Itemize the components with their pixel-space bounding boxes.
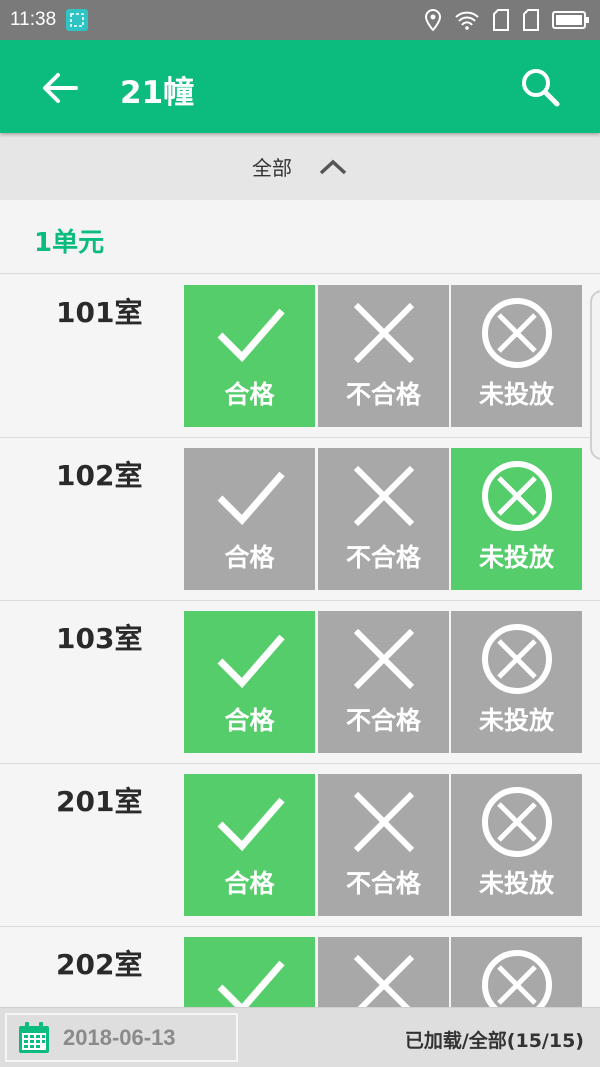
status-option-label: 未投放 (478, 706, 554, 735)
status-option-label: 合格 (224, 869, 275, 898)
status-time: 11:38 (10, 9, 57, 30)
status-option-label: 未投放 (478, 380, 554, 409)
cross-icon (353, 465, 415, 527)
status-option-not-placed[interactable]: 未投放 (451, 611, 582, 753)
arrow-left-icon (43, 73, 78, 103)
screenshot-notification-icon (66, 9, 89, 31)
check-icon (217, 471, 285, 526)
check-icon (217, 634, 285, 689)
back-button[interactable] (40, 68, 80, 108)
status-option-fail[interactable]: 不合格 (318, 611, 449, 753)
calendar-icon (19, 1021, 49, 1053)
loaded-count: 已加载/全部(15/15) (404, 1030, 584, 1052)
status-option-label: 不合格 (345, 706, 421, 735)
check-icon (217, 308, 285, 363)
filter-toggle[interactable]: 全部 (0, 133, 600, 200)
circle-x-icon (482, 950, 552, 1007)
room-row: 202室 合格不合格未投放 (0, 927, 600, 1007)
status-option-not-placed[interactable]: 未投放 (451, 937, 582, 1007)
room-row: 201室合格 不合格 未投放 (0, 764, 600, 927)
status-option-fail[interactable]: 不合格 (318, 937, 449, 1007)
room-row: 102室合格 不合格 未投放 (0, 438, 600, 601)
room-row: 103室合格 不合格 未投放 (0, 601, 600, 764)
room-row: 101室合格 不合格 未投放 (0, 275, 600, 438)
circle-x-icon (482, 461, 552, 531)
side-drawer-handle[interactable] (590, 290, 600, 460)
search-button[interactable] (518, 65, 562, 109)
app-bar: 21幢 (0, 40, 600, 133)
status-option-pass[interactable]: 合格 (184, 611, 315, 753)
cross-icon (353, 791, 415, 853)
status-option-pass[interactable]: 合格 (184, 285, 315, 427)
status-option-fail[interactable]: 不合格 (318, 774, 449, 916)
room-name: 101室 (56, 296, 143, 329)
circle-x-icon (482, 298, 552, 368)
room-name: 202室 (56, 948, 143, 981)
status-option-label: 合格 (224, 380, 275, 409)
status-option-not-placed[interactable]: 未投放 (451, 448, 582, 590)
status-option-label: 未投放 (478, 543, 554, 572)
date-picker[interactable]: 2018-06-13 (5, 1013, 238, 1062)
room-name: 103室 (56, 622, 143, 655)
status-option-label: 不合格 (345, 543, 421, 572)
cross-icon (353, 954, 415, 1007)
check-icon (217, 960, 285, 1007)
status-option-pass[interactable]: 合格 (184, 448, 315, 590)
status-option-pass[interactable]: 合格 (184, 937, 315, 1007)
status-option-fail[interactable]: 不合格 (318, 448, 449, 590)
status-option-pass[interactable]: 合格 (184, 774, 315, 916)
battery-icon (552, 11, 589, 29)
room-name: 201室 (56, 785, 143, 818)
location-icon (424, 9, 442, 31)
cross-icon (353, 628, 415, 690)
chevron-up-icon (319, 159, 347, 174)
circle-x-icon (482, 787, 552, 857)
status-option-not-placed[interactable]: 未投放 (451, 285, 582, 427)
status-option-not-placed[interactable]: 未投放 (451, 774, 582, 916)
check-icon (217, 797, 285, 852)
status-bar: 11:38 (0, 0, 600, 40)
search-icon (522, 69, 560, 107)
status-option-label: 不合格 (345, 380, 421, 409)
status-option-fail[interactable]: 不合格 (318, 285, 449, 427)
unit-header: 1单元 (0, 200, 600, 274)
status-icons (424, 9, 590, 31)
status-option-label: 合格 (224, 706, 275, 735)
status-option-label: 合格 (224, 543, 275, 572)
sim-1-icon (493, 9, 509, 31)
page-title: 21幢 (120, 75, 195, 111)
status-option-label: 不合格 (345, 869, 421, 898)
unit-label: 1单元 (34, 228, 105, 258)
cross-icon (353, 302, 415, 364)
date-value: 2018-06-13 (63, 1024, 176, 1050)
wifi-icon (455, 11, 479, 30)
room-list[interactable]: 101室 合格 不合格 未投放 102室 合格 不合格 未投放 103室 合格 不合格 未投放 201室… (0, 275, 600, 1007)
sim-2-icon (523, 9, 539, 31)
status-option-label: 未投放 (478, 869, 554, 898)
bottom-bar: 2018-06-13 已加载/全部(15/15) (0, 1007, 600, 1067)
filter-label: 全部 (252, 156, 292, 180)
room-name: 102室 (56, 459, 143, 492)
circle-x-icon (482, 624, 552, 694)
